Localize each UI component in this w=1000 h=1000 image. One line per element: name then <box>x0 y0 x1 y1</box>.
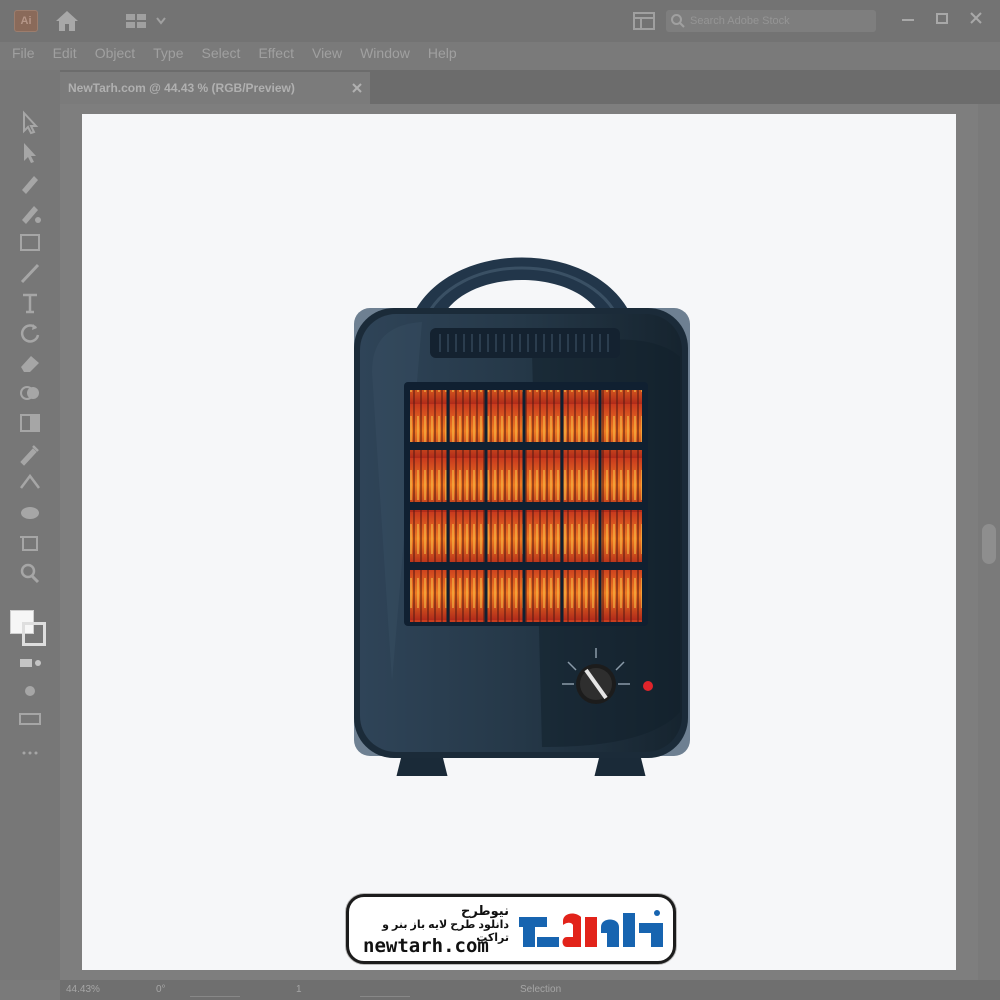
menu-bar: File Edit Object Type Select Effect View… <box>0 42 1000 64</box>
menu-object[interactable]: Object <box>95 45 135 61</box>
close-icon <box>970 12 982 24</box>
curvature-tool-icon[interactable] <box>16 200 44 226</box>
heater-illustration[interactable] <box>352 242 692 776</box>
artboard-dropdown[interactable] <box>360 983 410 997</box>
heating-element-2 <box>410 450 642 502</box>
minimize-button[interactable] <box>896 8 920 30</box>
gradient-tool-icon[interactable] <box>16 410 44 436</box>
workspace-switcher-icon[interactable] <box>126 12 168 30</box>
artboard-tool-icon[interactable] <box>16 530 44 556</box>
power-indicator-light <box>643 681 653 691</box>
symbol-sprayer-tool-icon[interactable] <box>16 500 44 526</box>
artboard-number[interactable]: 1 <box>296 984 302 995</box>
canvas-area[interactable]: نیوطرح دانلود طرح لایه باز بنر و تراکت n… <box>60 104 978 980</box>
direct-selection-tool-icon[interactable] <box>16 140 44 166</box>
paintbrush-tool-icon[interactable] <box>16 260 44 286</box>
pen-tool-icon[interactable] <box>16 170 44 196</box>
newtarh-logo <box>519 910 663 947</box>
search-input[interactable] <box>690 12 870 30</box>
heating-element-1 <box>410 390 642 442</box>
blend-tool-icon[interactable] <box>16 470 44 496</box>
close-icon[interactable] <box>350 81 364 95</box>
menu-type[interactable]: Type <box>153 45 183 61</box>
menu-view[interactable]: View <box>312 45 342 61</box>
rotation-angle[interactable]: 0° <box>156 984 166 995</box>
title-bar: Ai <box>0 0 1000 42</box>
drawing-mode-icon[interactable] <box>16 650 44 676</box>
menu-help[interactable]: Help <box>428 45 457 61</box>
document-tab-label: NewTarh.com @ 44.43 % (RGB/Preview) <box>68 81 295 95</box>
zoom-tool-icon[interactable] <box>16 560 44 586</box>
rectangle-tool-icon[interactable] <box>16 230 44 256</box>
edit-toolbar-icon[interactable] <box>16 706 44 732</box>
heating-element-4 <box>410 570 642 622</box>
vertical-scrollbar-thumb[interactable] <box>982 524 996 564</box>
menu-select[interactable]: Select <box>202 45 241 61</box>
menu-edit[interactable]: Edit <box>53 45 77 61</box>
document-tab[interactable]: NewTarh.com @ 44.43 % (RGB/Preview) <box>60 72 370 104</box>
close-window-button[interactable] <box>964 8 988 30</box>
selection-tool-icon[interactable] <box>16 110 44 136</box>
watermark-badge: نیوطرح دانلود طرح لایه باز بنر و تراکت n… <box>346 894 676 964</box>
more-tools-icon[interactable] <box>16 740 44 766</box>
stock-search-box[interactable] <box>666 10 876 32</box>
maximize-button[interactable] <box>930 8 954 30</box>
zoom-level[interactable]: 44.43% <box>66 984 100 995</box>
tools-panel <box>0 70 60 980</box>
watermark-title: نیوطرح <box>460 903 509 918</box>
eyedropper-tool-icon[interactable] <box>16 440 44 466</box>
rotate-tool-icon[interactable] <box>16 320 44 346</box>
menu-effect[interactable]: Effect <box>258 45 294 61</box>
stroke-color-swatch[interactable] <box>22 622 46 646</box>
type-tool-icon[interactable] <box>16 290 44 316</box>
screen-mode-icon[interactable] <box>16 678 44 704</box>
app-logo: Ai <box>14 10 38 32</box>
vertical-scrollbar[interactable] <box>978 104 1000 980</box>
eraser-tool-icon[interactable] <box>16 350 44 376</box>
rotation-dropdown[interactable] <box>190 983 240 997</box>
search-icon <box>670 13 686 29</box>
shape-builder-tool-icon[interactable] <box>16 380 44 406</box>
menu-window[interactable]: Window <box>360 45 410 61</box>
heating-element-3 <box>410 510 642 562</box>
status-bar: 44.43% 0° 1 Selection <box>60 980 1000 1000</box>
document-tab-bar: NewTarh.com @ 44.43 % (RGB/Preview) <box>60 70 1000 104</box>
home-icon[interactable] <box>54 9 80 33</box>
arrange-documents-icon[interactable] <box>632 11 656 31</box>
current-tool-label: Selection <box>520 984 562 995</box>
menu-file[interactable]: File <box>12 45 35 61</box>
artboard[interactable]: نیوطرح دانلود طرح لایه باز بنر و تراکت n… <box>82 114 956 970</box>
watermark-domain: newtarh.com <box>363 935 489 957</box>
